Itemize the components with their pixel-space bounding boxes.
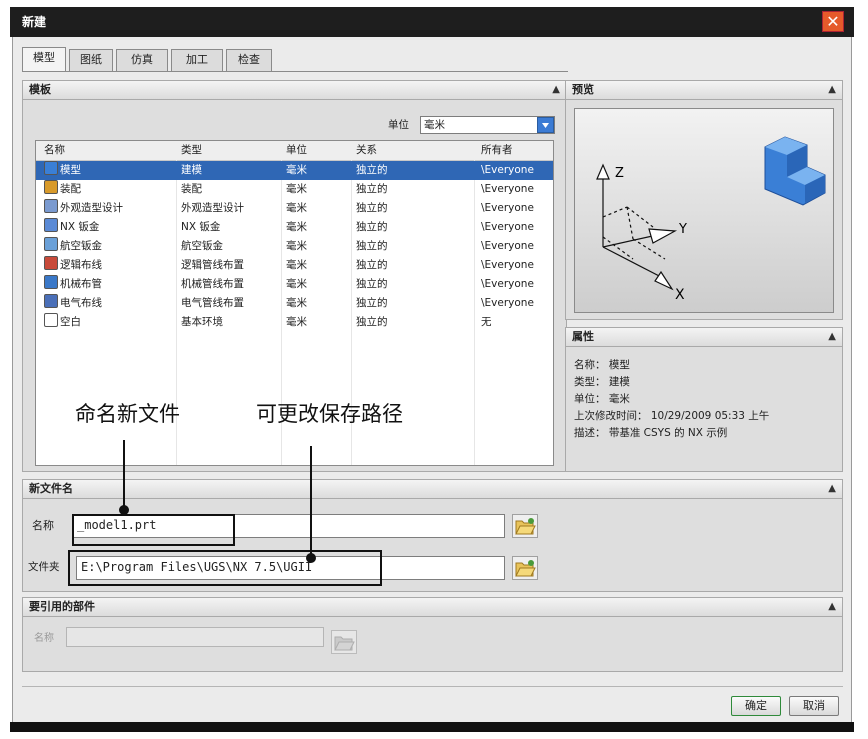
referenced-name-input[interactable] — [66, 627, 324, 647]
ok-button[interactable]: 确定 — [731, 696, 781, 716]
referenced-parts-panel-header[interactable]: 要引用的部件 ▲ — [22, 597, 843, 617]
referenced-parts-header-label: 要引用的部件 — [29, 600, 95, 613]
referenced-name-label: 名称 — [34, 633, 54, 644]
browse-referenced-button[interactable] — [331, 630, 357, 654]
collapse-icon[interactable]: ▲ — [828, 598, 836, 616]
folder-open-icon — [334, 636, 355, 651]
cancel-button[interactable]: 取消 — [789, 696, 839, 716]
footer-divider — [22, 686, 843, 687]
